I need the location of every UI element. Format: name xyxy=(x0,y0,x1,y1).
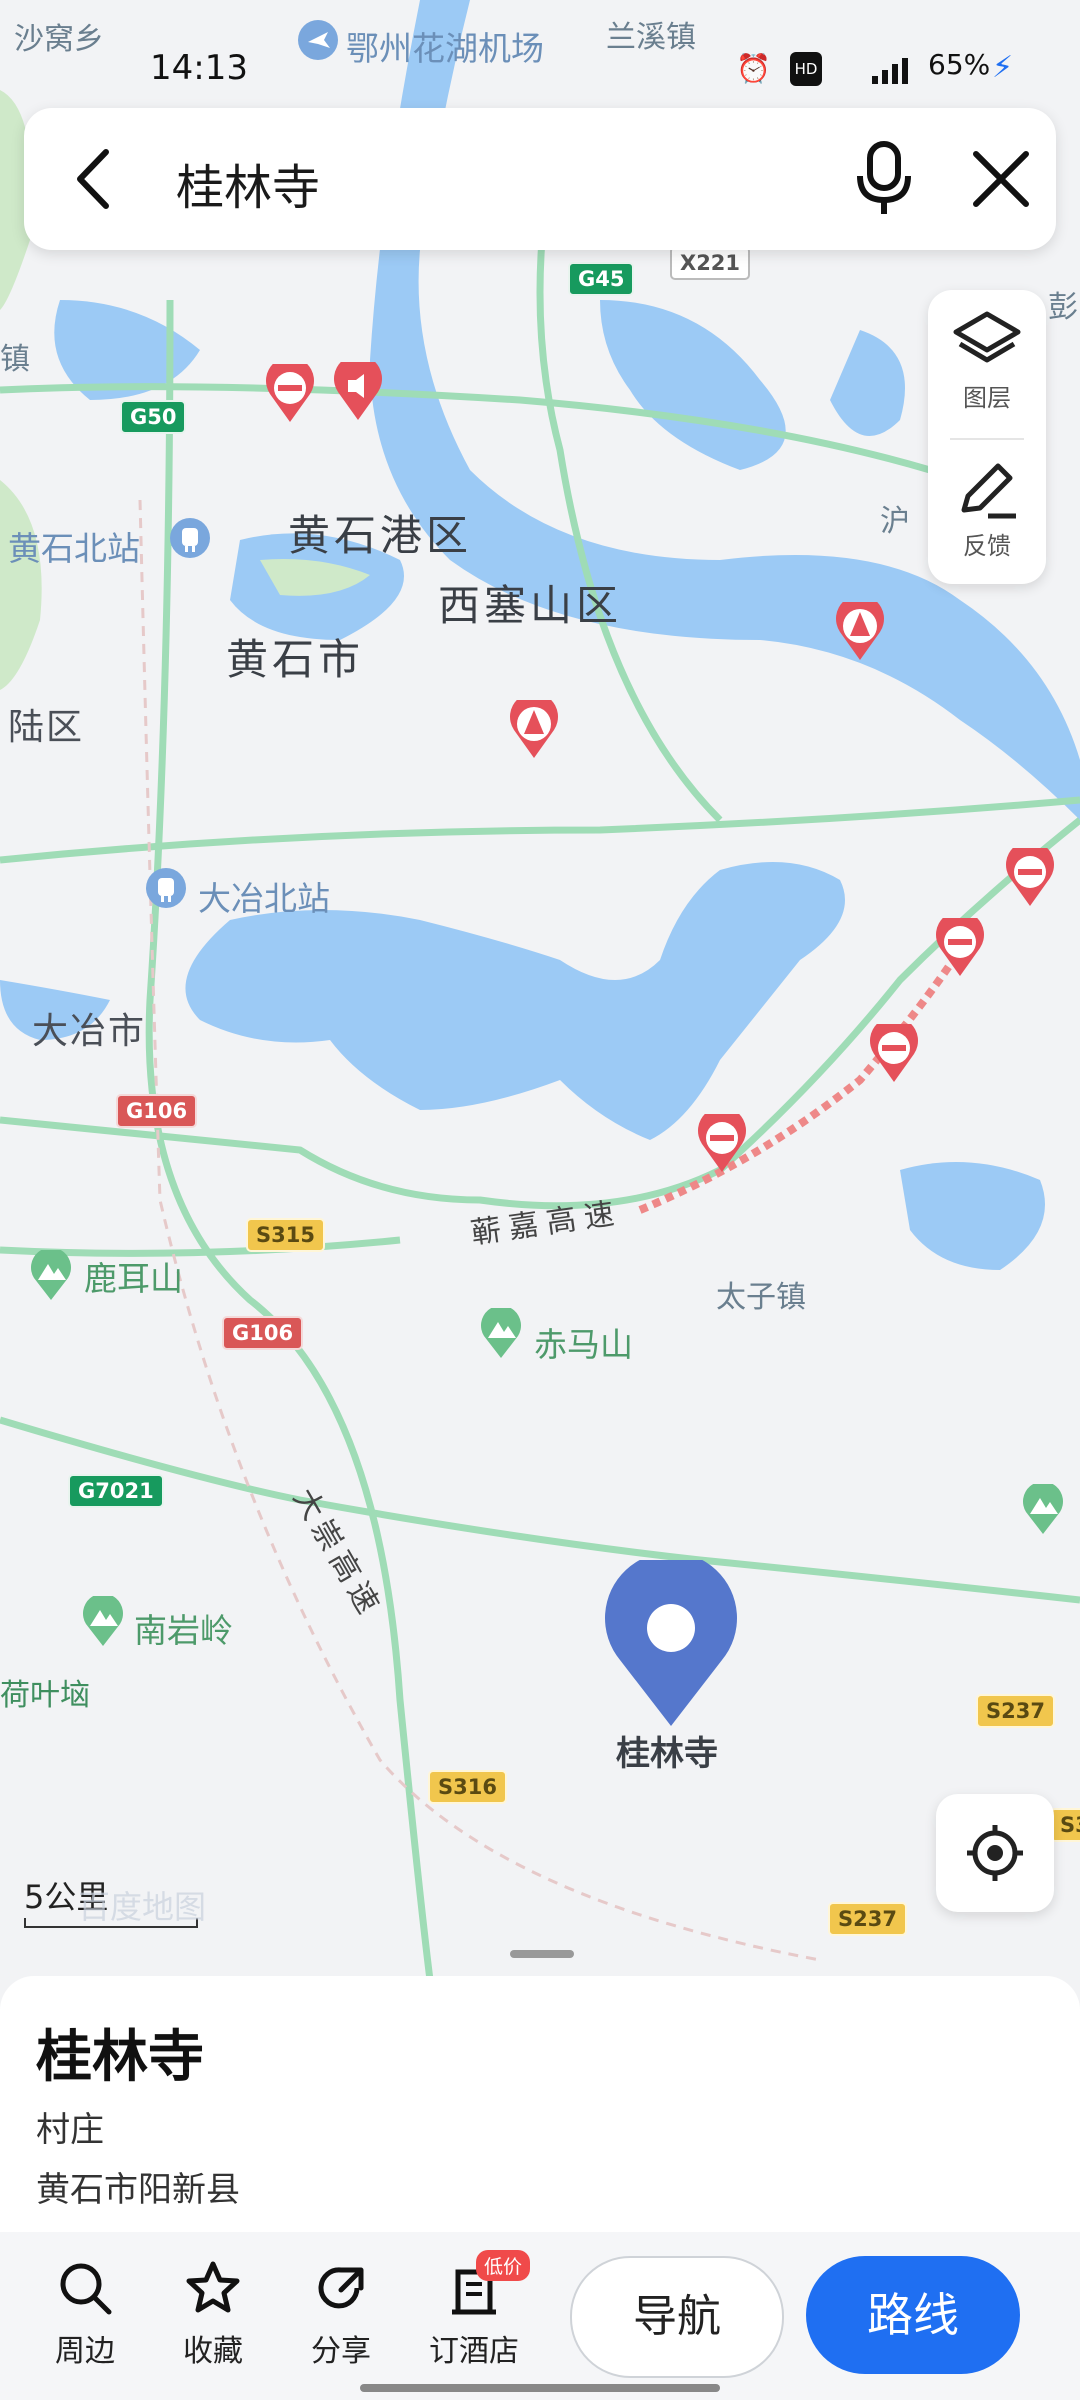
map-label-huangshigang[interactable]: 黄石港区 xyxy=(288,502,472,563)
construction-icon[interactable] xyxy=(834,602,886,662)
map-label-huangshi[interactable]: 黄石市 xyxy=(226,626,364,687)
hd-icon: HD xyxy=(790,52,822,86)
map-label-nanyanling[interactable]: 南岩岭 xyxy=(134,1604,233,1652)
train-station-icon xyxy=(146,868,186,908)
shield-s3: S3 xyxy=(1050,1808,1080,1842)
pin-label: 桂林寺 xyxy=(616,1734,718,1774)
share-label: 分享 xyxy=(311,2334,371,2369)
signal-icon xyxy=(872,58,908,84)
hotel-badge: 低价 xyxy=(476,2250,531,2281)
shield-x221: X221 xyxy=(670,246,751,280)
traffic-broadcast-icon[interactable] xyxy=(332,362,384,422)
watermark: 百度地图 xyxy=(78,1888,207,1926)
map-view[interactable]: 沙窝乡 鄂州花湖机场 兰溪镇 镇 沪 彭 黄石北站 黄石港区 西塞山区 黄石市 … xyxy=(0,0,1080,1981)
map-label-zhen: 镇 xyxy=(0,342,30,377)
divider xyxy=(950,438,1024,440)
map-label-daye-north[interactable]: 大冶北站 xyxy=(198,872,330,920)
place-address: 黄石市阳新县 xyxy=(36,2170,240,2210)
map-label-luqu[interactable]: 陆区 xyxy=(8,698,84,750)
shield-s237a: S237 xyxy=(976,1694,1055,1728)
feedback-edit-icon xyxy=(961,463,1016,519)
map-label-hu: 沪 xyxy=(880,504,910,539)
mountain-icon xyxy=(31,1250,71,1300)
action-bar: 周边 收藏 分享 低价 订酒店 导航 路线 xyxy=(0,2232,1080,2400)
location-pin-icon[interactable] xyxy=(604,1560,738,1728)
road-closed-icon[interactable] xyxy=(1004,848,1056,908)
favorite-button[interactable]: 收藏 xyxy=(158,2258,268,2370)
mountain-icon xyxy=(481,1308,521,1358)
map-label-taizi: 太子镇 xyxy=(716,1280,806,1315)
status-bar: 14:13 ⏰ HD 65% ⚡ xyxy=(0,48,1080,98)
train-station-icon xyxy=(170,518,210,558)
mountain-icon xyxy=(83,1596,123,1646)
search-bar[interactable]: 桂林寺 xyxy=(24,108,1056,250)
microphone-icon[interactable] xyxy=(844,138,924,218)
map-label-heyeao: 荷叶垴 xyxy=(0,1678,90,1713)
mountain-icon xyxy=(1023,1484,1063,1534)
layers-button[interactable]: 图层 xyxy=(928,308,1046,413)
share-icon xyxy=(318,2267,364,2309)
search-icon xyxy=(60,2263,112,2315)
locate-icon xyxy=(967,1825,1023,1881)
road-closed-icon[interactable] xyxy=(868,1024,920,1084)
map-label-huangshi-north[interactable]: 黄石北站 xyxy=(8,522,140,570)
home-indicator[interactable] xyxy=(360,2384,720,2392)
feedback-button[interactable]: 反馈 xyxy=(928,456,1046,561)
shield-g7021: G7021 xyxy=(68,1474,164,1508)
hotel-button[interactable]: 低价 订酒店 xyxy=(414,2250,534,2370)
road-closed-icon[interactable] xyxy=(934,918,986,978)
road-closed-icon[interactable] xyxy=(264,364,316,424)
close-icon[interactable] xyxy=(964,142,1038,216)
status-time: 14:13 xyxy=(150,48,248,88)
place-category: 村庄 xyxy=(36,2110,104,2150)
map-label-peng: 彭 xyxy=(1048,290,1078,325)
shield-g45: G45 xyxy=(568,262,635,296)
shield-g50: G50 xyxy=(120,400,187,434)
layers-label: 图层 xyxy=(963,384,1011,412)
route-button[interactable]: 路线 xyxy=(806,2256,1020,2374)
road-closed-icon[interactable] xyxy=(696,1114,748,1174)
shield-s315: S315 xyxy=(246,1218,325,1252)
share-button[interactable]: 分享 xyxy=(286,2258,396,2370)
drag-handle[interactable] xyxy=(510,1950,574,1958)
map-label-daye[interactable]: 大冶市 xyxy=(32,1002,146,1054)
layers-icon xyxy=(953,311,1021,363)
shield-s237b: S237 xyxy=(828,1902,907,1936)
battery-level: 65% xyxy=(928,48,991,81)
shield-s316: S316 xyxy=(428,1770,507,1804)
place-title: 桂林寺 xyxy=(36,2025,204,2090)
charging-icon: ⚡ xyxy=(992,50,1014,85)
map-label-luershan[interactable]: 鹿耳山 xyxy=(84,1252,183,1300)
hotel-label: 订酒店 xyxy=(429,2334,519,2369)
back-arrow-icon[interactable] xyxy=(64,144,124,214)
shield-g106b: G106 xyxy=(222,1316,304,1350)
locate-me-button[interactable] xyxy=(936,1794,1054,1912)
alarm-icon: ⏰ xyxy=(736,52,771,85)
map-controls-panel: 图层 反馈 xyxy=(928,290,1046,584)
map-canvas[interactable] xyxy=(0,0,1080,1981)
construction-icon[interactable] xyxy=(508,700,560,760)
nearby-button[interactable]: 周边 xyxy=(30,2258,140,2370)
shield-g106a: G106 xyxy=(116,1094,198,1128)
feedback-label: 反馈 xyxy=(963,532,1011,560)
search-query[interactable]: 桂林寺 xyxy=(176,148,320,218)
favorite-label: 收藏 xyxy=(183,2334,243,2369)
navigate-button[interactable]: 导航 xyxy=(570,2256,784,2378)
map-label-xisaishan[interactable]: 西塞山区 xyxy=(438,572,622,633)
nearby-label: 周边 xyxy=(55,2334,115,2369)
map-label-chimashan[interactable]: 赤马山 xyxy=(534,1318,633,1366)
star-icon xyxy=(186,2261,240,2313)
